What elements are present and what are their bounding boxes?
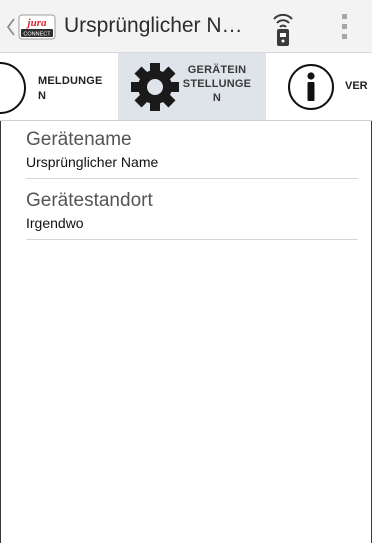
remote-control-icon[interactable] <box>268 8 298 48</box>
tab-version[interactable]: VER <box>345 79 372 94</box>
messages-tab-icon <box>0 62 26 114</box>
device-name-setting[interactable]: Gerätename Ursprünglicher Name <box>26 129 358 179</box>
tab-strip: MELDUNGE N GERÄTEIN STELLUNGE N VER <box>0 53 372 121</box>
device-name-label: Gerätename <box>26 129 132 150</box>
svg-text:CONNECT: CONNECT <box>23 32 51 38</box>
svg-text:jura: jura <box>26 17 47 29</box>
tab-device-settings[interactable]: GERÄTEIN STELLUNGE N <box>118 53 266 120</box>
tab-messages[interactable]: MELDUNGE N <box>38 74 114 104</box>
device-location-setting[interactable]: Gerätestandort Irgendwo <box>26 190 358 240</box>
device-location-value: Irgendwo <box>26 215 84 231</box>
jura-connect-logo[interactable]: jura CONNECT <box>17 12 57 42</box>
action-bar: jura CONNECT Ursprünglicher N… <box>0 0 372 53</box>
app-title: Ursprünglicher N… <box>64 14 243 37</box>
device-name-value: Ursprünglicher Name <box>26 154 159 170</box>
tab-device-settings-label: GERÄTEIN STELLUNGE N <box>182 64 252 104</box>
info-icon[interactable] <box>287 63 335 111</box>
device-location-label: Gerätestandort <box>26 190 153 211</box>
overflow-menu-icon[interactable] <box>336 12 354 42</box>
up-navigation-icon[interactable] <box>6 17 16 37</box>
